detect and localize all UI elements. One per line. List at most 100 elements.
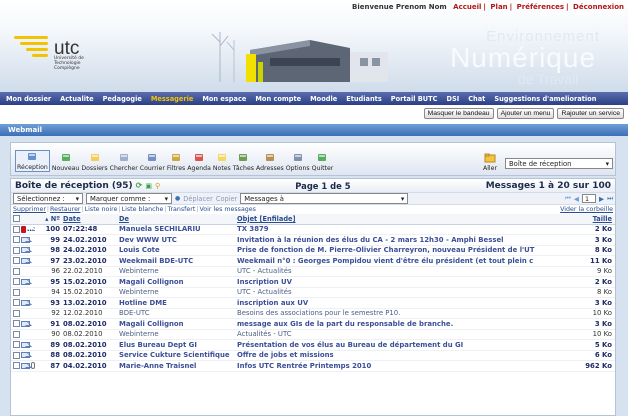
column-date[interactable]: Date xyxy=(63,214,119,225)
view-messages-link[interactable]: Voir les messages xyxy=(199,206,256,213)
message-subject[interactable]: Weekmail n°0 : Georges Pompidou vient d'… xyxy=(237,255,577,267)
nav-item-moodle[interactable]: Moodle xyxy=(310,95,337,103)
refresh-icon[interactable]: ⟳ xyxy=(136,181,143,190)
toolbar-tasks[interactable]: Tâches xyxy=(233,152,254,172)
message-sender[interactable]: Webinterne xyxy=(119,266,237,277)
row-checkbox[interactable] xyxy=(13,299,20,307)
utc-logo[interactable]: utc Université de Technologie Compiègne xyxy=(14,34,94,71)
row-checkbox[interactable] xyxy=(13,341,20,349)
nav-item-pedagogie[interactable]: Pedagogie xyxy=(103,95,142,103)
search-icon[interactable]: ⚲ xyxy=(155,182,160,190)
message-sender[interactable]: Elus Bureau Dept GI xyxy=(119,339,237,351)
row-checkbox[interactable] xyxy=(13,309,20,317)
table-row[interactable]: 90 08.02.2010 Webinterne Actualités - UTC 10… xyxy=(11,329,615,340)
folder-select[interactable]: Boîte de réception ▾ xyxy=(505,158,613,169)
nav-item-mon-dossier[interactable]: Mon dossier xyxy=(6,95,51,103)
message-subject[interactable]: TX 3879 xyxy=(237,224,577,235)
message-sender[interactable]: Webinterne xyxy=(119,329,237,340)
row-checkbox[interactable] xyxy=(13,236,20,244)
top-link-preferences[interactable]: Préférences xyxy=(517,3,564,11)
message-subject[interactable]: message aux GIs de la part du responsabl… xyxy=(237,318,577,330)
nav-item-dsi[interactable]: DSI xyxy=(447,95,460,103)
message-sender[interactable]: Webinterne xyxy=(119,287,237,298)
message-sender[interactable]: Magali Collignon xyxy=(119,276,237,288)
message-subject[interactable]: Offre de jobs et missions xyxy=(237,350,577,361)
toolbar-folder[interactable]: Dossiers xyxy=(81,152,108,172)
forward-link[interactable]: Transfert xyxy=(168,206,196,213)
nav-item-portail-butc[interactable]: Portail BUTC xyxy=(391,95,438,103)
select-all-checkbox[interactable] xyxy=(13,215,20,223)
message-subject[interactable]: Infos UTC Rentrée Printemps 2010 xyxy=(237,360,577,372)
toolbar-calendar[interactable]: Agenda xyxy=(187,152,211,172)
first-page-icon[interactable]: ⏮ xyxy=(565,194,571,203)
add-menu-button[interactable]: Ajouter un menu xyxy=(496,108,555,119)
table-row[interactable]: 100 07:22:48 Manuela SECHILARIU TX 3879 2 Ko xyxy=(11,224,615,235)
message-sender[interactable]: BDE-UTC xyxy=(119,308,237,319)
message-sender[interactable]: Weekmail BDE-UTC xyxy=(119,255,237,267)
next-page-icon[interactable]: ▶ xyxy=(599,195,604,203)
copy-link[interactable]: Copier xyxy=(216,195,237,203)
table-row[interactable]: 91 08.02.2010 Magali Collignon message aux … xyxy=(11,318,615,330)
table-row[interactable]: 89 08.02.2010 Elus Bureau Dept GI Présentat… xyxy=(11,339,615,351)
move-link[interactable]: Déplacer xyxy=(183,195,213,203)
toolbar-filter[interactable]: Filtres xyxy=(167,152,185,172)
table-row[interactable]: 87 04.02.2010 Marie-Anne Traisnel Infos UTC… xyxy=(11,360,615,372)
whitelist-link[interactable]: Liste blanche xyxy=(122,206,164,213)
table-row[interactable]: 94 15.02.2010 Webinterne UTC - Actualités 8 … xyxy=(11,287,615,298)
table-row[interactable]: 99 24.02.2010 Dev WWW UTC Invitation à la r… xyxy=(11,234,615,246)
row-checkbox[interactable] xyxy=(13,362,20,370)
add-service-button[interactable]: Rajouter un service xyxy=(557,108,624,119)
top-link-deconnexion[interactable]: Déconnexion xyxy=(573,3,624,11)
target-folder-select[interactable]: Messages à ▾ xyxy=(240,193,409,204)
table-row[interactable]: 98 24.02.2010 Louis Cote Prise de fonction … xyxy=(11,245,615,256)
message-subject[interactable]: Besoins des associations pour le semestr… xyxy=(237,308,577,319)
message-sender[interactable]: Dev WWW UTC xyxy=(119,234,237,246)
goto-folder-button[interactable]: Aller xyxy=(483,152,497,172)
toolbar-options[interactable]: Options xyxy=(286,152,310,172)
message-subject[interactable]: Présentation de vos élus au Bureau de dé… xyxy=(237,339,577,351)
table-row[interactable]: 96 22.02.2010 Webinterne UTC - Actualités 9 … xyxy=(11,266,615,277)
message-sender[interactable]: Magali Collignon xyxy=(119,318,237,330)
nav-item-etudiants[interactable]: Etudiants xyxy=(346,95,382,103)
toolbar-search[interactable]: Chercher xyxy=(110,152,138,172)
message-sender[interactable]: Service Cukture Scientifique xyxy=(119,350,237,361)
toolbar-notes[interactable]: Notes xyxy=(213,152,231,172)
toolbar-mail[interactable]: Courrier xyxy=(140,152,165,172)
row-checkbox[interactable] xyxy=(13,246,20,254)
mark-as-dropdown[interactable]: Marquer comme : ▾ xyxy=(86,193,172,204)
nav-item-messagerie[interactable]: Messagerie xyxy=(151,95,194,103)
row-checkbox[interactable] xyxy=(13,320,20,328)
message-subject[interactable]: UTC - Actualités xyxy=(237,266,577,277)
last-page-icon[interactable]: ⏭ xyxy=(607,194,613,203)
row-checkbox[interactable] xyxy=(13,278,20,286)
message-subject[interactable]: UTC - Actualités xyxy=(237,287,577,298)
message-sender[interactable]: Hotline DME xyxy=(119,297,237,309)
message-sender[interactable]: Marie-Anne Traisnel xyxy=(119,360,237,372)
row-checkbox[interactable] xyxy=(13,351,20,359)
nav-item-mon-compte[interactable]: Mon compte xyxy=(255,95,301,103)
row-checkbox[interactable] xyxy=(13,225,20,233)
message-subject[interactable]: Prise de fonction de M. Pierre-Olivier C… xyxy=(237,245,577,256)
nav-item-actualite[interactable]: Actualite xyxy=(60,95,93,103)
table-row[interactable]: 88 08.02.2010 Service Cukture Scientifique… xyxy=(11,350,615,361)
message-subject[interactable]: inscription aux UV xyxy=(237,297,577,309)
toolbar-inbox[interactable]: Réception xyxy=(15,150,50,172)
toolbar-quit[interactable]: Quitter xyxy=(312,152,333,172)
tray-icon[interactable]: ▣ xyxy=(145,182,152,190)
top-link-plan[interactable]: Plan xyxy=(490,3,507,11)
nav-item-suggestions-d-amelioration[interactable]: Suggestions d'amelioration xyxy=(494,95,596,103)
message-subject[interactable]: Invitation à la réunion des élus du CA -… xyxy=(237,234,577,246)
row-checkbox[interactable] xyxy=(13,330,20,338)
table-row[interactable]: 97 23.02.2010 Weekmail BDE-UTC Weekmail n°0… xyxy=(11,255,615,267)
message-subject[interactable]: Inscription UV xyxy=(237,276,577,288)
nav-item-mon-espace[interactable]: Mon espace xyxy=(202,95,246,103)
column-size[interactable]: Taille xyxy=(577,214,615,225)
message-sender[interactable]: Louis Cote xyxy=(119,245,237,256)
select-all-cell[interactable] xyxy=(11,214,35,225)
table-row[interactable]: 95 15.02.2010 Magali Collignon Inscription … xyxy=(11,276,615,288)
nav-item-chat[interactable]: Chat xyxy=(468,95,485,103)
table-row[interactable]: 93 13.02.2010 Hotline DME inscription aux U… xyxy=(11,297,615,309)
prev-page-icon[interactable]: ◀ xyxy=(574,195,579,203)
toolbar-new-mail[interactable]: Nouveau xyxy=(52,152,79,172)
message-sender[interactable]: Manuela SECHILARIU xyxy=(119,224,237,235)
